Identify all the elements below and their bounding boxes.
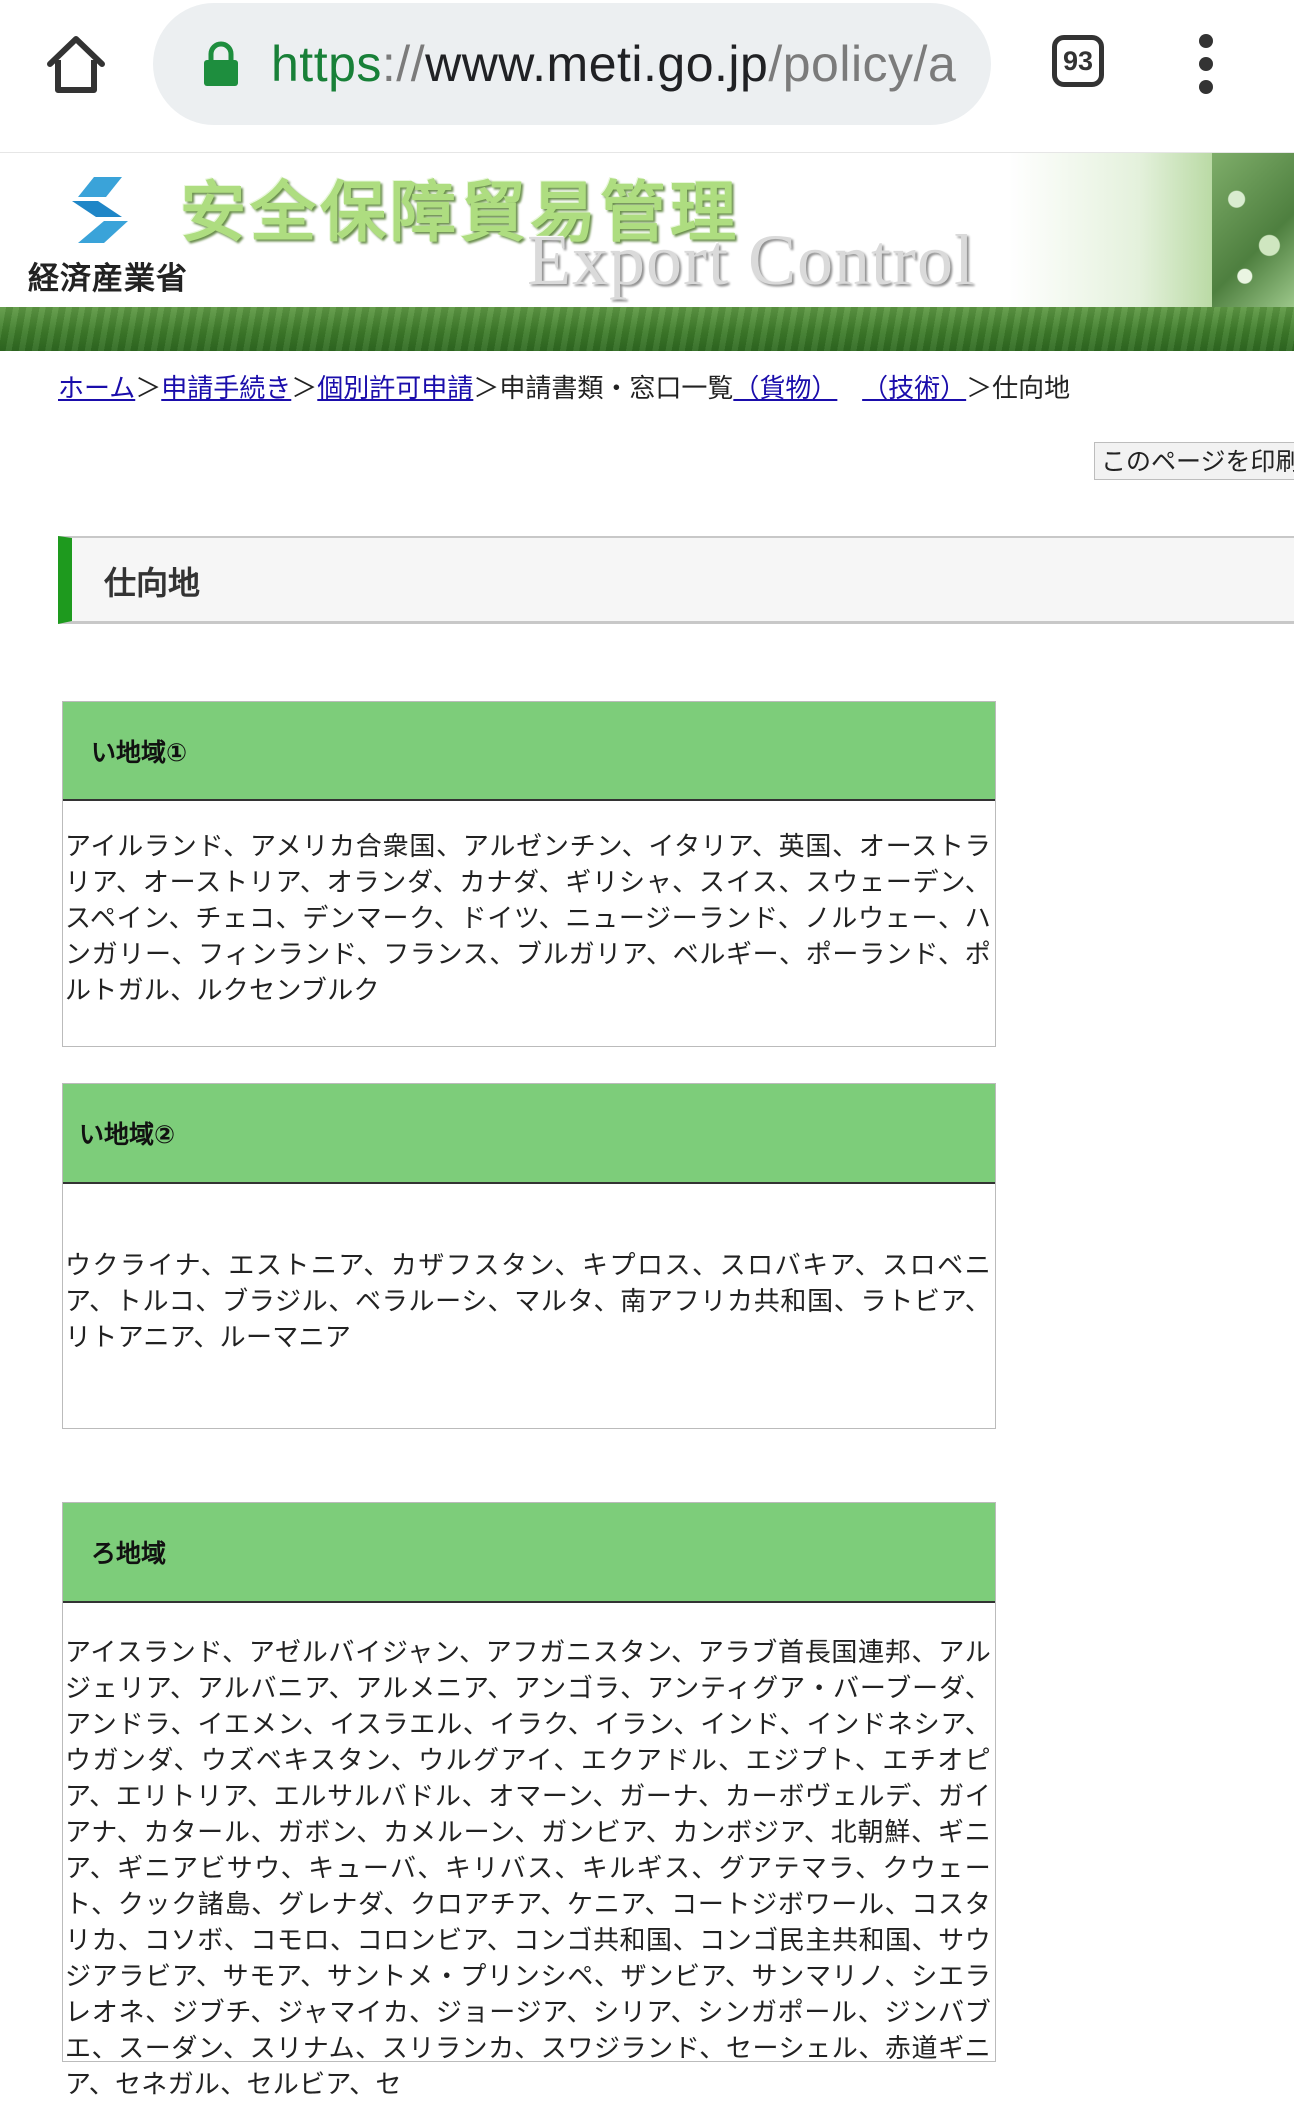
breadcrumb-separator: ＞: [291, 374, 318, 404]
breadcrumb-technology-link[interactable]: （技術）: [862, 374, 966, 404]
region-country-list: ウクライナ、エストニア、カザフスタン、キプロス、スロバキア、スロベニア、トルコ、…: [65, 1251, 991, 1353]
site-header: 経済産業省 安全保障貿易管理 Export Control: [0, 152, 1294, 351]
breadcrumb-separator: ＞: [135, 374, 162, 404]
url-separator: ://: [381, 36, 426, 92]
region-title: ろ地域: [91, 1539, 167, 1568]
page-title: 仕向地: [104, 564, 201, 602]
breadcrumb-separator: ＞: [473, 374, 500, 404]
region-title: い地域①: [91, 737, 188, 767]
breadcrumb: ホーム＞申請手続き＞個別許可申請＞申請書類・窓口一覧（貨物） （技術）＞仕向地: [58, 368, 1070, 405]
breadcrumb-list-text: 申請書類・窓口一覧: [499, 374, 734, 404]
region-table-i-2: い地域② ウクライナ、エストニア、カザフスタン、キプロス、スロバキア、スロベニア…: [62, 1083, 996, 1429]
breadcrumb-procedures-link[interactable]: 申請手続き: [161, 374, 291, 404]
breadcrumb-goods-link[interactable]: （貨物）: [733, 374, 837, 404]
browser-toolbar: https://www.meti.go.jp/policy/a 93: [0, 0, 1294, 152]
header-band: [0, 307, 1294, 351]
region-title: い地域②: [79, 1120, 176, 1149]
region-country-list: アイルランド、アメリカ合衆国、アルゼンチン、イタリア、英国、オーストラリア、オー…: [65, 832, 991, 1006]
ministry-name[interactable]: 経済産業省: [28, 253, 188, 298]
breadcrumb-separator: ＞: [966, 374, 993, 404]
page-heading: 仕向地: [58, 536, 1294, 624]
site-title-en: Export Control: [527, 220, 975, 300]
region-table-i-1: い地域① アイルランド、アメリカ合衆国、アルゼンチン、イタリア、英国、オーストラ…: [62, 701, 996, 1047]
url-path: /policy/a: [768, 36, 957, 92]
url-scheme: https: [271, 36, 382, 92]
breadcrumb-current: 仕向地: [992, 374, 1071, 404]
region-table-ro: ろ地域 アイスランド、アゼルバイジャン、アフガニスタン、アラブ首長国連邦、アルジ…: [62, 1502, 996, 2100]
tab-switcher-button[interactable]: 93: [1052, 35, 1104, 87]
region-header: ろ地域: [63, 1503, 995, 1603]
home-icon[interactable]: [42, 30, 110, 98]
header-photo: [1212, 153, 1294, 307]
url-host: www.meti.go.jp: [425, 36, 769, 92]
region-header: い地域②: [63, 1084, 995, 1184]
url-text[interactable]: https://www.meti.go.jp/policy/a: [271, 3, 956, 125]
overflow-menu-icon[interactable]: [1196, 34, 1216, 94]
breadcrumb-home-link[interactable]: ホーム: [58, 374, 135, 404]
lock-icon: [201, 41, 241, 87]
region-header: い地域①: [63, 702, 995, 801]
breadcrumb-individual-permit-link[interactable]: 個別許可申請: [317, 374, 473, 404]
print-page-button[interactable]: このページを印刷: [1094, 442, 1294, 480]
region-country-list: アイスランド、アゼルバイジャン、アフガニスタン、アラブ首長国連邦、アルジェリア、…: [65, 1638, 991, 2100]
address-bar[interactable]: https://www.meti.go.jp/policy/a: [153, 3, 991, 125]
meti-logo-icon[interactable]: [64, 173, 136, 245]
